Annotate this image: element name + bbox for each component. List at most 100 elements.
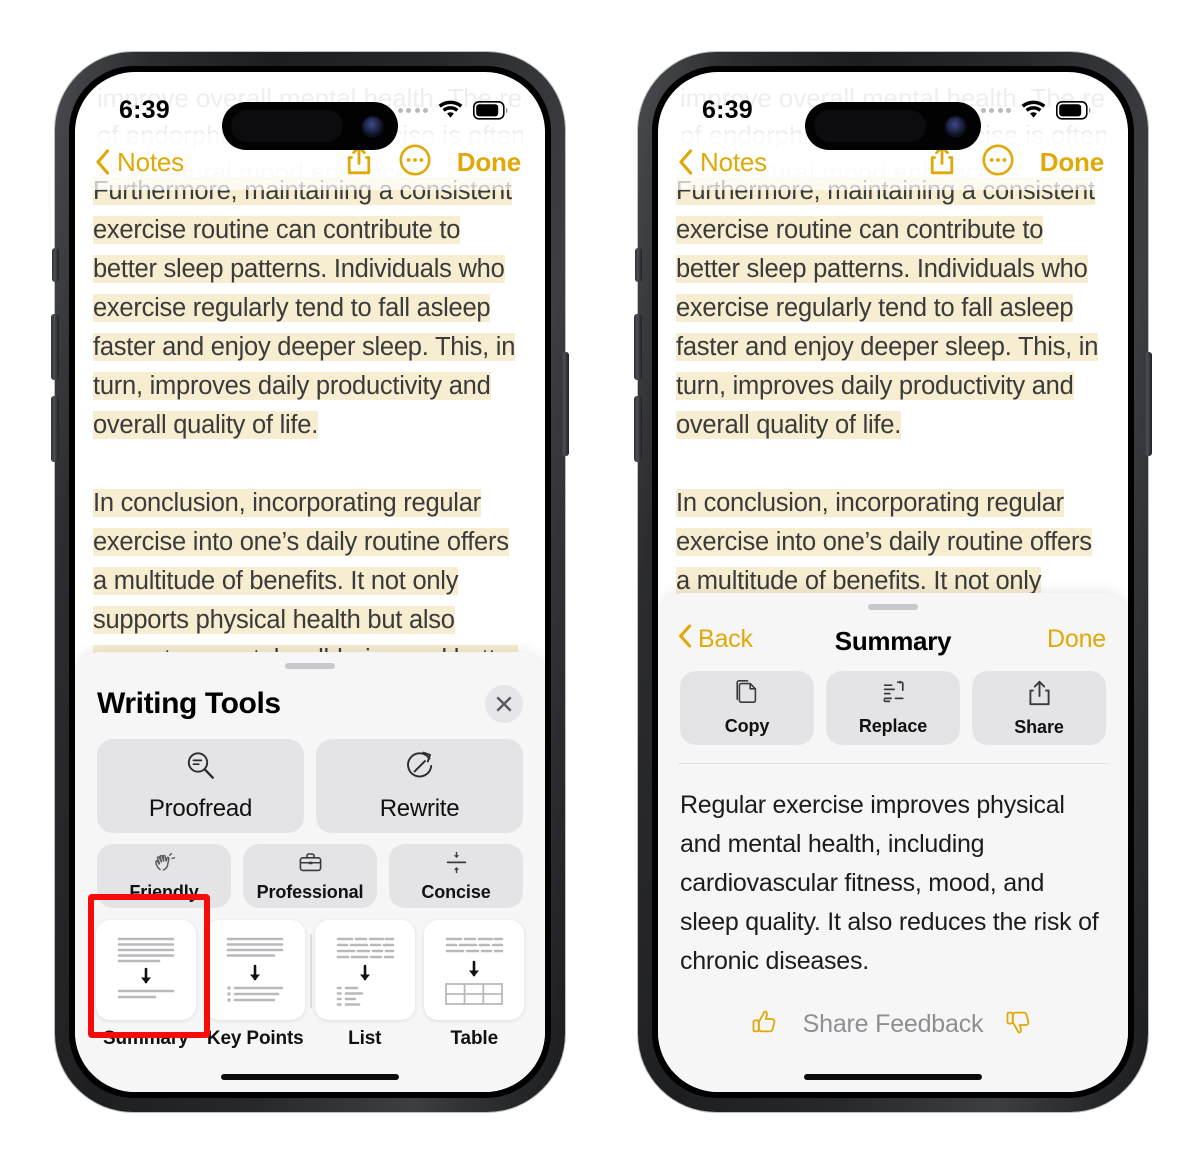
silence-switch[interactable]: [52, 248, 59, 282]
copy-label: Copy: [724, 716, 770, 736]
back-to-notes-button[interactable]: Notes: [678, 147, 767, 178]
summary-back-label: Back: [698, 625, 753, 653]
proofread-label: Proofread: [148, 795, 253, 822]
summary-result-text: Regular exercise improves physical and m…: [680, 791, 1099, 975]
key-points-card-label: Key Points: [206, 1028, 304, 1049]
home-indicator[interactable]: [804, 1074, 982, 1080]
summary-actions-row: Copy Replace Share: [658, 671, 1128, 745]
back-label: Notes: [700, 146, 767, 177]
phone-screen-right: improve overall mental health. The relea…: [658, 72, 1128, 1092]
close-icon[interactable]: [485, 685, 523, 723]
chevron-left-icon: [95, 149, 110, 175]
home-indicator-wrap: [658, 1042, 1128, 1092]
note-paragraph-1: Furthermore, maintaining a consistent ex…: [93, 177, 516, 439]
copy-documents-icon: [734, 679, 761, 711]
tone-actions-row: Friendly Professional Concise: [75, 844, 545, 908]
power-button[interactable]: [1144, 352, 1152, 456]
thumbs-down-icon[interactable]: [1005, 1007, 1035, 1042]
summary-back-button[interactable]: Back: [678, 624, 753, 655]
island-pill: [231, 110, 343, 142]
concise-button[interactable]: Concise: [389, 844, 523, 908]
summary-header-wrap: Back Done Summary: [658, 610, 1128, 656]
chevron-left-icon: [678, 624, 692, 655]
note-paragraph-1: Furthermore, maintaining a consistent ex…: [676, 177, 1099, 439]
list-card[interactable]: [314, 920, 415, 1020]
proofread-magnifier-icon: [184, 749, 218, 788]
note-paragraph-1-wrap: Furthermore, maintaining a consistent ex…: [93, 172, 527, 445]
dynamic-island: [805, 102, 981, 150]
proofread-button[interactable]: Proofread: [97, 739, 304, 833]
compress-arrows-icon: [444, 850, 469, 880]
share-icon: [1027, 679, 1052, 712]
copy-button[interactable]: Copy: [680, 671, 814, 745]
summary-card-label: Summary: [102, 1028, 189, 1049]
ellipsis-circle-icon[interactable]: [399, 144, 431, 181]
screenshot-canvas: improve overall mental health. The relea…: [0, 0, 1200, 1172]
volume-down-button[interactable]: [634, 396, 642, 462]
home-indicator-wrap: [75, 1050, 545, 1092]
replace-label: Replace: [858, 716, 928, 736]
phone-bezel: improve overall mental health. The relea…: [652, 66, 1134, 1098]
waving-hand-icon: [152, 850, 177, 880]
table-card-cell: Table: [420, 920, 530, 1050]
island-pill: [814, 110, 926, 142]
summary-done-button[interactable]: Done: [1047, 625, 1106, 654]
summary-card-icon: [109, 929, 183, 1012]
done-button[interactable]: Done: [1040, 147, 1104, 178]
list-card-cell: List: [310, 920, 420, 1050]
share-feedback-label[interactable]: Share Feedback: [803, 1010, 984, 1039]
list-card-label: List: [348, 1028, 382, 1049]
professional-button[interactable]: Professional: [243, 844, 377, 908]
replace-arrows-icon: [880, 679, 907, 711]
silence-switch[interactable]: [635, 248, 642, 282]
key-points-card-icon: [218, 929, 292, 1012]
friendly-button[interactable]: Friendly: [97, 844, 231, 908]
briefcase-icon: [298, 850, 323, 880]
rewrite-label: Rewrite: [379, 795, 460, 822]
key-points-card-cell: Key Points: [201, 920, 311, 1050]
rewrite-circular-arrow-icon: [403, 749, 437, 788]
concise-label: Concise: [421, 881, 491, 902]
table-card-icon: [437, 929, 511, 1012]
writing-tools-title: Writing Tools: [97, 687, 281, 720]
rewrite-button[interactable]: Rewrite: [316, 739, 523, 833]
phone-right: improve overall mental health. The relea…: [634, 52, 1152, 1112]
phone-left: improve overall mental health. The relea…: [51, 52, 569, 1112]
friendly-label: Friendly: [129, 881, 199, 902]
front-camera-icon: [363, 116, 382, 136]
share-label: Share: [1014, 716, 1064, 737]
summary-card[interactable]: [95, 920, 196, 1020]
volume-up-button[interactable]: [634, 314, 642, 380]
writing-tools-sheet: Writing Tools Proofread Rewrite Friendly…: [75, 652, 545, 1092]
professional-label: Professional: [256, 881, 364, 902]
note-paragraph-1-wrap: Furthermore, maintaining a consistent ex…: [676, 172, 1110, 445]
transform-cards-row: Summary Key Points List Table: [75, 908, 545, 1050]
share-button[interactable]: Share: [972, 671, 1106, 745]
ellipsis-circle-icon[interactable]: [982, 144, 1014, 181]
key-points-card[interactable]: [205, 920, 306, 1020]
chevron-left-icon: [678, 149, 693, 175]
volume-down-button[interactable]: [51, 396, 59, 462]
summary-header: Back Done: [658, 610, 1128, 655]
phone-screen-left: improve overall mental health. The relea…: [75, 72, 545, 1092]
feedback-row: Share Feedback: [658, 981, 1128, 1042]
power-button[interactable]: [561, 352, 569, 456]
table-card-label: Table: [450, 1028, 499, 1049]
summary-result-sheet: Back Done Summary Copy Replace Share Reg…: [658, 593, 1128, 1092]
summary-card-cell: Summary: [91, 920, 201, 1050]
done-button[interactable]: Done: [457, 147, 521, 178]
phone-bezel: improve overall mental health. The relea…: [69, 66, 551, 1098]
dynamic-island: [222, 102, 398, 150]
front-camera-icon: [946, 116, 965, 136]
primary-actions-row: Proofread Rewrite: [75, 739, 545, 833]
writing-tools-header: Writing Tools: [75, 669, 545, 723]
thumbs-up-icon[interactable]: [751, 1007, 781, 1042]
table-card[interactable]: [424, 920, 525, 1020]
list-card-icon: [328, 929, 402, 1012]
back-to-notes-button[interactable]: Notes: [95, 147, 184, 178]
home-indicator[interactable]: [221, 1074, 399, 1080]
replace-button[interactable]: Replace: [826, 671, 960, 745]
volume-up-button[interactable]: [51, 314, 59, 380]
back-label: Notes: [117, 146, 184, 177]
